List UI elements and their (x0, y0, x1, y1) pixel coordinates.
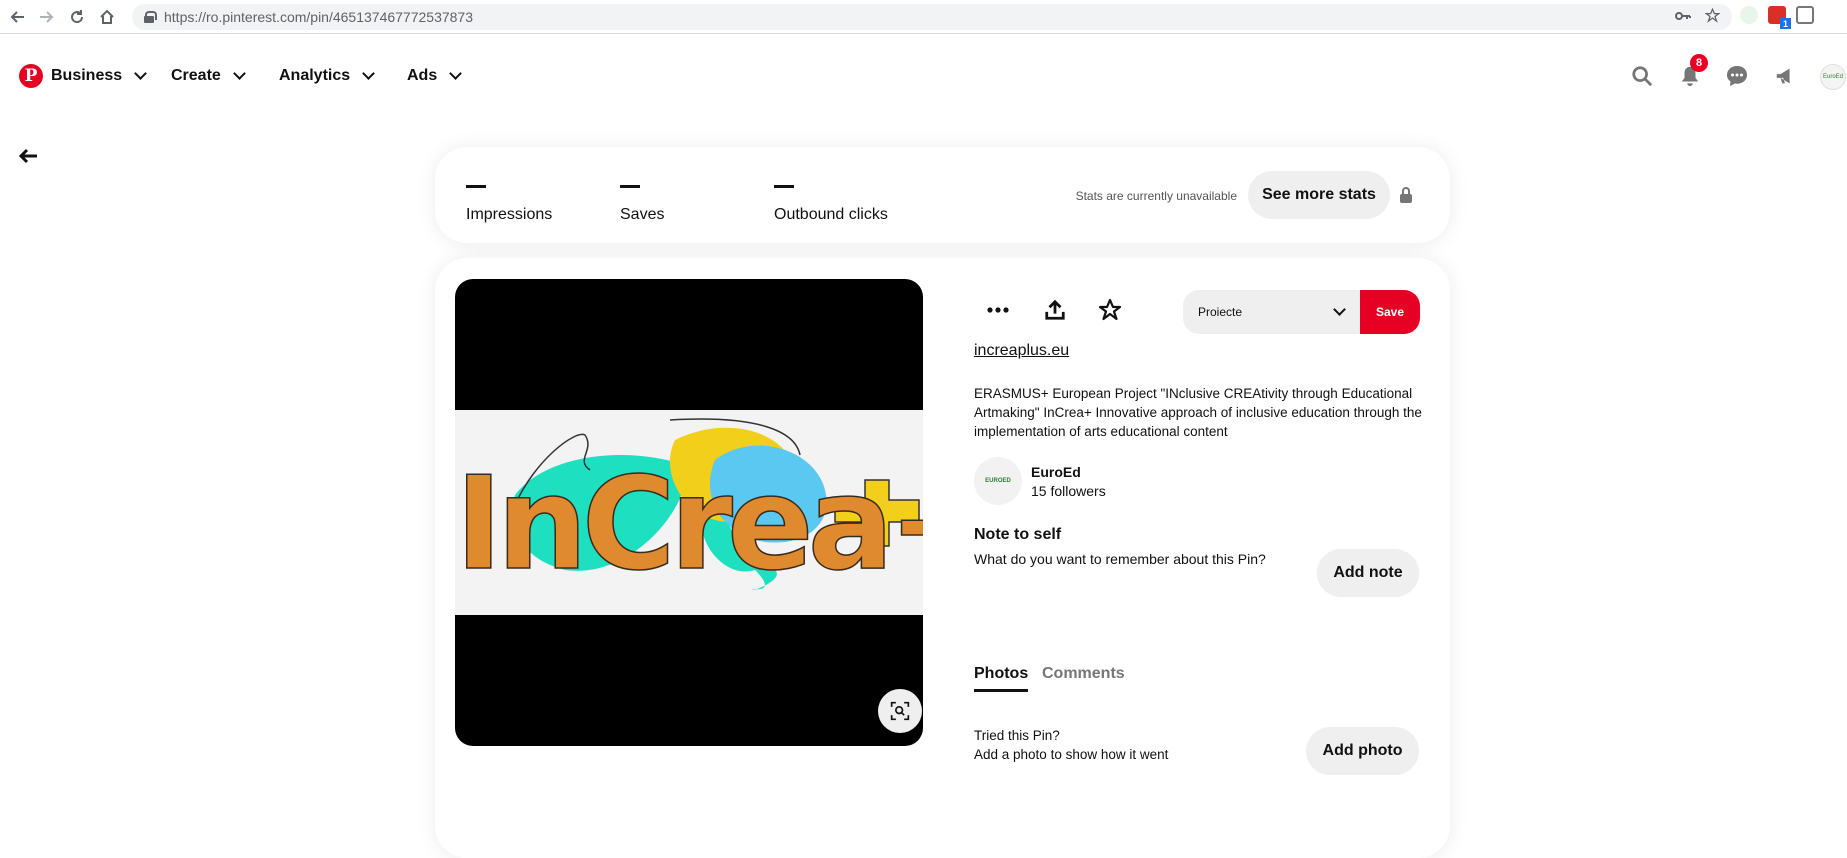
owner-avatar-text: EUROED (985, 478, 1011, 484)
chevron-down-icon (449, 67, 463, 80)
pin-image-logo-text: InCrea+ (455, 450, 923, 599)
nav-analytics-label: Analytics (279, 67, 351, 84)
pin-image-band: InCrea+ (455, 410, 923, 615)
nav-business[interactable]: Business (51, 64, 148, 88)
board-select-dropdown[interactable]: Proiecte (1183, 290, 1360, 334)
lock-icon (1400, 187, 1412, 203)
owner-avatar[interactable]: EUROED (974, 457, 1022, 505)
avatar[interactable]: EuroEd (1820, 64, 1846, 90)
url-text: https://ro.pinterest.com/pin/46513746777… (164, 9, 474, 25)
home-icon[interactable] (94, 4, 120, 30)
notifications-bell-icon[interactable]: 8 (1674, 54, 1708, 92)
see-more-stats-button[interactable]: See more stats (1248, 171, 1390, 219)
add-photo-button[interactable]: Add photo (1306, 727, 1419, 775)
forward-arrow-icon[interactable] (34, 4, 60, 30)
add-note-button[interactable]: Add note (1317, 549, 1419, 597)
tab-photos-label: Photos (974, 665, 1029, 682)
extension-badge: 1 (1780, 18, 1791, 29)
chevron-down-icon (1333, 303, 1346, 316)
messages-icon[interactable] (1721, 60, 1753, 92)
more-options-icon[interactable] (978, 290, 1018, 330)
stat-impressions: Impressions (466, 175, 552, 224)
extension-leaf-icon[interactable] (1740, 6, 1758, 24)
nav-ads[interactable]: Ads (407, 64, 463, 88)
avatar-text: EuroEd (1822, 74, 1843, 80)
save-button[interactable]: Save (1360, 290, 1420, 334)
save-button-label: Save (1375, 305, 1405, 319)
stat-label: Outbound clicks (774, 206, 888, 223)
board-select-value: Proiecte (1198, 305, 1243, 319)
reload-icon[interactable] (64, 4, 90, 30)
stat-saves: Saves (620, 175, 664, 224)
add-note-label: Add note (1333, 564, 1403, 581)
stat-value-dash (620, 185, 640, 188)
back-arrow-icon[interactable] (4, 4, 30, 30)
nav-ads-label: Ads (407, 67, 438, 84)
tried-pin-subtext: Add a photo to show how it went (974, 747, 1169, 762)
search-icon[interactable] (1626, 60, 1658, 92)
see-more-stats-label: See more stats (1262, 186, 1376, 203)
tab-photos[interactable]: Photos (974, 665, 1029, 692)
chevron-down-icon (362, 67, 376, 80)
increa-logo-graphic: InCrea+ (455, 418, 923, 600)
chevron-down-icon (232, 67, 246, 80)
tried-pin-text: Tried this Pin? (974, 728, 1060, 743)
pin-description: ERASMUS+ European Project "INclusive CRE… (974, 386, 1422, 439)
note-question: What do you want to remember about this … (974, 551, 1266, 567)
pinterest-logo-icon[interactable]: P (19, 64, 43, 88)
share-upload-icon[interactable] (1035, 290, 1075, 330)
stat-value-dash (466, 185, 486, 188)
nav-create[interactable]: Create (171, 64, 246, 88)
add-photo-label: Add photo (1322, 742, 1403, 759)
pin-source-link[interactable]: increaplus.eu (974, 342, 1069, 360)
address-bar[interactable]: https://ro.pinterest.com/pin/46513746777… (132, 4, 1732, 30)
stats-unavailable-text: Stats are currently unavailable (1075, 189, 1237, 203)
nav-analytics[interactable]: Analytics (279, 64, 376, 88)
note-title: Note to self (974, 526, 1062, 543)
owner-name[interactable]: EuroEd (1031, 464, 1081, 480)
extension-red-icon[interactable]: 1 (1768, 6, 1791, 29)
stat-value-dash (774, 185, 794, 188)
nav-business-label: Business (51, 67, 123, 84)
pin-image[interactable]: InCrea+ (455, 279, 923, 746)
bookmark-star-icon[interactable] (1704, 7, 1721, 27)
stat-label: Impressions (466, 206, 553, 223)
key-icon[interactable] (1675, 9, 1691, 26)
stat-label: Saves (620, 206, 665, 223)
extension-window-icon[interactable] (1796, 6, 1814, 24)
tab-comments[interactable]: Comments (1042, 665, 1125, 683)
lock-icon (144, 11, 157, 23)
megaphone-icon[interactable] (1769, 60, 1801, 92)
back-arrow-icon[interactable] (18, 143, 44, 169)
chevron-down-icon (134, 67, 148, 80)
pin-stats-card: Impressions Saves Outbound clicks Stats … (435, 147, 1450, 243)
browser-toolbar: https://ro.pinterest.com/pin/46513746777… (0, 0, 1847, 34)
owner-followers: 15 followers (1031, 483, 1106, 499)
visual-search-lens-icon[interactable] (878, 689, 922, 733)
favorite-star-icon[interactable] (1090, 290, 1130, 330)
pin-detail-card: InCrea+ Proiecte Save increaplus.eu ERAS… (435, 258, 1450, 858)
nav-create-label: Create (171, 67, 221, 84)
stat-outbound-clicks: Outbound clicks (774, 175, 888, 224)
notification-count-badge: 8 (1690, 54, 1708, 72)
tab-comments-label: Comments (1042, 665, 1125, 682)
